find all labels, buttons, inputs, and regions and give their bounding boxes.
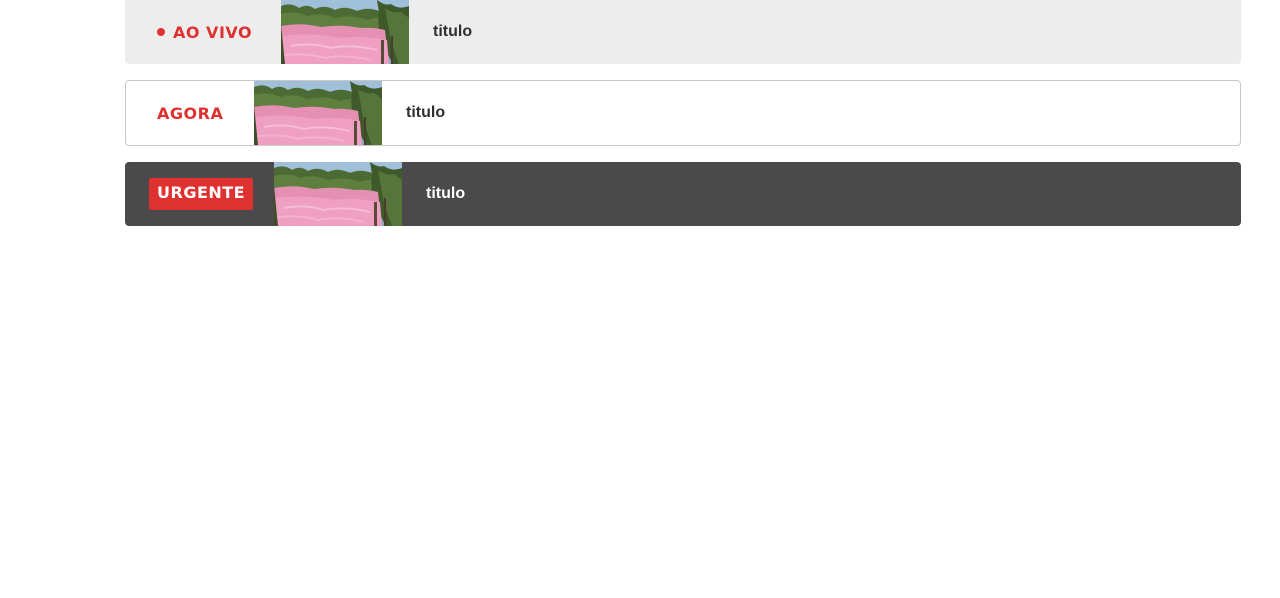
live-thumbnail-image xyxy=(281,0,409,64)
urgent-tag-label: URGENTE xyxy=(149,178,254,210)
urgent-banner[interactable]: URGENTE titulo xyxy=(125,162,1241,226)
urgent-banner-title[interactable]: titulo xyxy=(402,185,1241,203)
live-tag-label: AO VIVO xyxy=(173,22,253,42)
live-tag: AO VIVO xyxy=(125,23,281,42)
live-banner[interactable]: AO VIVO titulo xyxy=(125,0,1241,64)
now-tag: AGORA xyxy=(126,104,254,123)
urgent-tag: URGENTE xyxy=(125,178,274,210)
now-banner-title[interactable]: titulo xyxy=(382,104,1240,122)
now-banner[interactable]: AGORA titulo xyxy=(125,80,1241,146)
live-dot-icon xyxy=(157,28,165,36)
urgent-thumbnail-image xyxy=(274,162,402,226)
now-tag-label: AGORA xyxy=(157,103,224,123)
now-thumbnail-image xyxy=(254,81,382,145)
live-banner-title[interactable]: titulo xyxy=(409,23,1241,41)
